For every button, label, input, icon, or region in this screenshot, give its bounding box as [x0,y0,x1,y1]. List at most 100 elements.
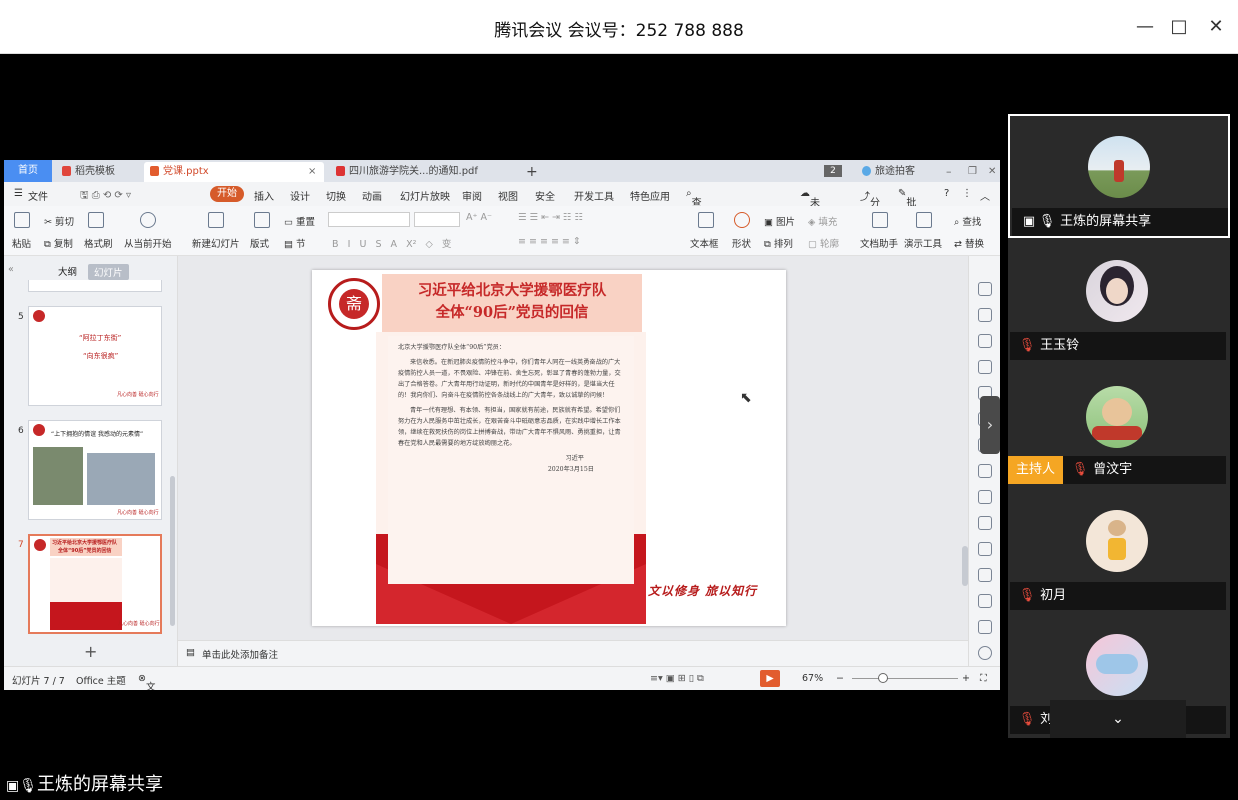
menu-security[interactable]: 安全 [535,188,555,203]
collapse-ribbon-icon[interactable]: ︿ [980,188,990,203]
tab-templates[interactable]: 稻壳模板 [56,162,140,182]
share-button[interactable]: ⤴ 分享 [860,188,880,224]
protection-status[interactable]: ⊗ 文档未保护 [138,673,155,690]
theme-name[interactable]: Office 主题 [76,673,126,687]
archive-tool-icon[interactable] [978,516,992,530]
textbox-icon[interactable] [698,212,714,231]
thumbs-scrollbar[interactable] [170,476,175,626]
doc-assistant-icon[interactable] [872,212,888,231]
participant-card-host[interactable]: 主持人 🎙 曾汶宇 [1008,364,1230,488]
paste-label[interactable]: 粘贴 [12,236,31,250]
current-slide[interactable]: 斋 习近平给北京大学援鄂医疗队 全体“90后”党员的回信 北京大学援鄂医疗队全体… [312,270,786,626]
menu-developer[interactable]: 开发工具 [574,188,614,203]
menu-slideshow[interactable]: 幻灯片放映 [400,188,450,203]
sync-status[interactable]: ☁ 未同步 [800,188,820,239]
present-tools-icon[interactable] [916,212,932,231]
new-slide-icon[interactable] [208,212,224,231]
font-size-combo[interactable] [414,212,460,227]
picture-button[interactable]: ▣ 图片 [764,214,795,228]
tab-outline[interactable]: 大纲 [58,264,77,278]
find-button[interactable]: ⌕ 查找 [954,214,981,228]
view-mode-icons[interactable]: ≡▾ ▣ ⊞ ▯ ⧉ [650,673,704,684]
font-grow-shrink-icons[interactable]: A⁺ A⁻ [466,212,492,223]
tab-slides[interactable]: 幻灯片 [88,264,129,280]
fit-window-icon[interactable]: ⛶ [980,673,987,684]
layout-button[interactable]: 版式 [250,236,269,250]
tab-close-icon[interactable]: × [308,162,316,182]
text-format-icons[interactable]: B I U S A X² ◇ 变 [332,236,451,250]
new-tab-button[interactable]: + [520,162,538,182]
format-painter-button[interactable] [88,212,104,231]
expand-list-button[interactable]: ⌄ [1050,700,1186,738]
cut-button[interactable]: ✂ 剪切 [44,214,74,228]
menu-start[interactable]: 开始 [210,186,244,202]
annotate-button[interactable]: ✎ 批注 [898,188,916,224]
play-from-current-button[interactable]: 从当前开始 [124,236,172,250]
history-tool-icon[interactable] [978,620,992,634]
menu-review[interactable]: 审阅 [462,188,482,203]
maximize-icon[interactable]: □ [1168,16,1190,38]
win-min-icon[interactable]: – [940,162,952,182]
menu-features[interactable]: 特色应用 [630,188,670,203]
paragraph-icons-row1[interactable]: ☰ ☰ ⇤ ⇥ ☷ ☷ [518,212,583,223]
menu-animation[interactable]: 动画 [362,188,382,203]
play-slideshow-button[interactable]: ▶ [760,670,780,687]
zoom-out-icon[interactable]: − [836,673,844,684]
menu-view[interactable]: 视图 [498,188,518,203]
participant-card-sharer[interactable]: ▣ 🎙 王炼的屏幕共享 [1008,114,1230,238]
close-icon[interactable]: ✕ [1205,16,1227,38]
slide-thumb-5[interactable]: “阿拉丁东街” “向东很疯” 凡心向善 砥心向行 [28,306,162,406]
select-tool-icon[interactable] [978,282,992,296]
win-close-icon[interactable]: ✕ [982,162,996,182]
image-tool-icon[interactable] [978,464,992,478]
copy-tool-icon[interactable] [978,308,992,322]
tab-pdf[interactable]: 四川旅游学院关...的通知.pdf [330,162,506,182]
slide-thumb-4[interactable] [28,280,162,292]
menu-design[interactable]: 设计 [290,188,310,203]
copy-button[interactable]: ⧉ 复制 [44,236,73,250]
help-icon[interactable]: ? [944,188,949,199]
play-icon[interactable] [140,212,156,231]
more-icon[interactable]: ⋮ [962,188,972,199]
collapse-pane-icon[interactable]: « [8,264,14,275]
format-painter-label[interactable]: 格式刷 [84,236,113,250]
add-slide-icon[interactable]: + [84,642,97,661]
fill-tool-icon[interactable] [978,360,992,374]
hamburger-icon[interactable]: ☰ [14,188,23,199]
shape-icon[interactable] [734,212,750,231]
layout-icon[interactable] [254,212,270,231]
doc-assistant-button[interactable]: 文档助手 [860,236,898,250]
win-max-icon[interactable]: ❐ [962,162,977,182]
zoom-slider-track[interactable] [852,678,958,679]
export-tool-icon[interactable] [978,490,992,504]
zoom-slider-thumb[interactable] [878,673,888,683]
textbox-button[interactable]: 文本框 [690,236,719,250]
new-slide-button[interactable]: 新建幻灯片 [192,236,240,250]
share-next-arrow-icon[interactable]: › [980,396,1000,454]
quick-access-icons[interactable]: 🖫 ⎙ ⟲ ⟳ ▿ [80,188,131,205]
zoom-in-icon[interactable]: + [962,673,970,684]
menu-search[interactable]: ⌕ 查找 [686,188,702,224]
help-tool-icon[interactable] [978,646,992,660]
paste-button[interactable] [14,212,30,231]
minimize-icon[interactable]: — [1134,16,1156,38]
replace-button[interactable]: ⇄ 替换 [954,236,984,250]
paragraph-icons-row2[interactable]: ≡ ≡ ≡ ≡ ≡ ⇕ [518,236,581,247]
font-family-combo[interactable] [328,212,410,227]
arrange-button[interactable]: ⧉ 排列 [764,236,793,250]
participant-card-2[interactable]: 🎙 王玉铃 [1008,240,1230,364]
shape-button[interactable]: 形状 [732,236,751,250]
user-name[interactable]: 旅途拍客 [856,162,915,182]
participant-card-4[interactable]: 🎙 初月 [1008,490,1230,614]
menu-transition[interactable]: 切换 [326,188,346,203]
reset-button[interactable]: ▭ 重置 [284,214,315,228]
tab-home[interactable]: 首页 [4,160,52,182]
shape-tool-icon[interactable] [978,334,992,348]
present-tools-button[interactable]: 演示工具 [904,236,942,250]
tab-pptx[interactable]: 党课.pptx × [144,162,324,182]
menu-insert[interactable]: 插入 [254,188,274,203]
audio-tool-icon[interactable] [978,568,992,582]
shield-tool-icon[interactable] [978,594,992,608]
picture-tool-icon[interactable] [978,542,992,556]
fill-button[interactable]: ◈ 填充 [808,214,837,228]
